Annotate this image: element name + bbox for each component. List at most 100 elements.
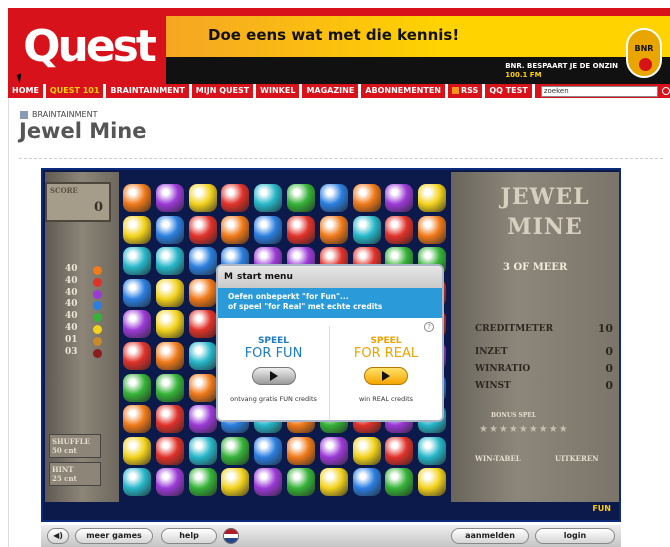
breadcrumb-square-icon bbox=[20, 110, 28, 119]
gem[interactable] bbox=[155, 184, 184, 212]
search-input[interactable] bbox=[540, 85, 659, 97]
gem[interactable] bbox=[221, 215, 250, 244]
gem[interactable] bbox=[385, 436, 414, 465]
gem[interactable] bbox=[221, 468, 250, 497]
gem[interactable] bbox=[319, 184, 348, 212]
gem[interactable] bbox=[254, 215, 283, 244]
gem[interactable] bbox=[319, 468, 348, 497]
gem[interactable] bbox=[188, 215, 217, 244]
gem[interactable] bbox=[418, 468, 447, 497]
gem[interactable] bbox=[155, 468, 184, 497]
play-for-real-option[interactable]: SPEEL FOR REAL win REAL credits bbox=[330, 326, 442, 420]
gem[interactable] bbox=[155, 373, 184, 402]
nav-mijn-quest[interactable]: MIJN QUEST bbox=[192, 84, 257, 98]
gem[interactable] bbox=[123, 342, 151, 370]
nav-home[interactable]: HOME bbox=[8, 84, 46, 98]
gem[interactable] bbox=[188, 468, 217, 497]
gem[interactable] bbox=[254, 184, 283, 212]
gem[interactable] bbox=[123, 405, 151, 434]
gem[interactable] bbox=[287, 468, 315, 497]
gem[interactable] bbox=[123, 310, 151, 339]
gem[interactable] bbox=[352, 468, 381, 497]
gem[interactable] bbox=[418, 184, 447, 212]
subtitle-line-2: of speel "for Real" met echte credits bbox=[228, 302, 383, 311]
help-button[interactable]: help bbox=[161, 528, 217, 544]
gem[interactable] bbox=[385, 184, 414, 212]
gem[interactable] bbox=[155, 215, 184, 244]
shuffle-button[interactable]: SHUFFLE 50 cnt bbox=[49, 434, 101, 458]
uitkeren-button[interactable]: UITKEREN bbox=[555, 454, 599, 463]
gem[interactable] bbox=[155, 342, 184, 370]
gem[interactable] bbox=[254, 468, 283, 497]
gem[interactable] bbox=[254, 436, 283, 465]
gem[interactable] bbox=[352, 215, 381, 244]
gem[interactable] bbox=[385, 468, 414, 497]
quest-logo[interactable]: Quest bbox=[16, 8, 161, 84]
title-divider bbox=[19, 158, 663, 159]
nav-abonnementen[interactable]: ABONNEMENTEN bbox=[361, 84, 448, 98]
play-for-fun-option[interactable]: SPEEL FOR FUN ontvang gratis FUN credits bbox=[218, 326, 330, 420]
gem[interactable] bbox=[352, 184, 381, 212]
point-gem-icons bbox=[93, 266, 103, 360]
nav-quest-101[interactable]: QUEST 101 bbox=[46, 84, 107, 98]
play-for-fun-button[interactable] bbox=[251, 367, 296, 385]
nav-winkel[interactable]: WINKEL bbox=[256, 84, 303, 98]
gem[interactable] bbox=[188, 184, 217, 212]
bnr-frequency: 100.1 FM bbox=[505, 71, 542, 79]
gem[interactable] bbox=[123, 436, 151, 465]
dutch-flag-icon[interactable] bbox=[223, 528, 239, 544]
blue-gem-icon bbox=[93, 301, 102, 311]
aanmelden-button[interactable]: aanmelden bbox=[451, 528, 529, 544]
gem[interactable] bbox=[287, 215, 315, 244]
gem[interactable] bbox=[155, 405, 184, 434]
breadcrumb-label[interactable]: BRAINTAINMENT bbox=[32, 110, 97, 119]
gem[interactable] bbox=[123, 215, 151, 244]
jewel-mine-logo-icon: M bbox=[224, 272, 233, 282]
gem[interactable] bbox=[188, 436, 217, 465]
bnr-banner-ad[interactable]: Doe eens wat met die kennis! BNR. BESPAA… bbox=[166, 16, 670, 84]
gem[interactable] bbox=[188, 342, 217, 370]
yellow-gem-icon bbox=[93, 324, 102, 334]
gem[interactable] bbox=[287, 184, 315, 212]
nav-magazine[interactable]: MAGAZINE bbox=[302, 84, 362, 98]
gem[interactable] bbox=[188, 405, 217, 434]
hint-button[interactable]: HINT 25 cnt bbox=[49, 462, 101, 486]
wintabel-button[interactable]: WIN-TABEL bbox=[475, 454, 521, 463]
gem[interactable] bbox=[287, 436, 315, 465]
gem[interactable] bbox=[155, 278, 184, 307]
gem[interactable] bbox=[221, 184, 250, 212]
sound-toggle-button[interactable]: ◀) bbox=[47, 528, 69, 544]
meer-games-button[interactable]: meer games bbox=[75, 528, 153, 544]
gem[interactable] bbox=[123, 247, 151, 276]
gem[interactable] bbox=[418, 215, 447, 244]
gem[interactable] bbox=[319, 436, 348, 465]
gem[interactable] bbox=[155, 310, 184, 339]
gem[interactable] bbox=[123, 184, 151, 212]
gem[interactable] bbox=[155, 247, 184, 276]
nav-qq-test[interactable]: QQ TEST bbox=[485, 84, 535, 98]
min-match-label: 3 OF MEER bbox=[503, 262, 568, 273]
gem[interactable] bbox=[352, 436, 381, 465]
login-button[interactable]: login bbox=[535, 528, 615, 544]
gem[interactable] bbox=[385, 215, 414, 244]
nav-braintainment[interactable]: BRAINTAINMENT bbox=[106, 84, 192, 98]
purple-gem-icon bbox=[93, 289, 102, 299]
play-for-real-button[interactable] bbox=[364, 367, 408, 385]
gem[interactable] bbox=[188, 373, 217, 402]
gem[interactable] bbox=[418, 436, 447, 465]
gem[interactable] bbox=[188, 310, 217, 339]
gem[interactable] bbox=[188, 278, 217, 307]
start-menu-subtitle: Oefen onbeperkt "for Fun"... of speel "f… bbox=[218, 288, 442, 318]
gem[interactable] bbox=[188, 247, 217, 276]
search-icon[interactable] bbox=[662, 87, 670, 95]
gem[interactable] bbox=[123, 468, 151, 497]
gem[interactable] bbox=[155, 436, 184, 465]
gem[interactable] bbox=[319, 215, 348, 244]
gem[interactable] bbox=[221, 436, 250, 465]
green-gem-icon bbox=[93, 313, 102, 323]
gem[interactable] bbox=[123, 278, 151, 307]
gem[interactable] bbox=[123, 373, 151, 402]
nav-rss[interactable]: RSS bbox=[448, 84, 486, 98]
inzet-value: 0 bbox=[605, 345, 613, 358]
right-panel: JEWEL MINE 3 OF MEER CREDITMETER 10 INZET… bbox=[451, 172, 619, 502]
